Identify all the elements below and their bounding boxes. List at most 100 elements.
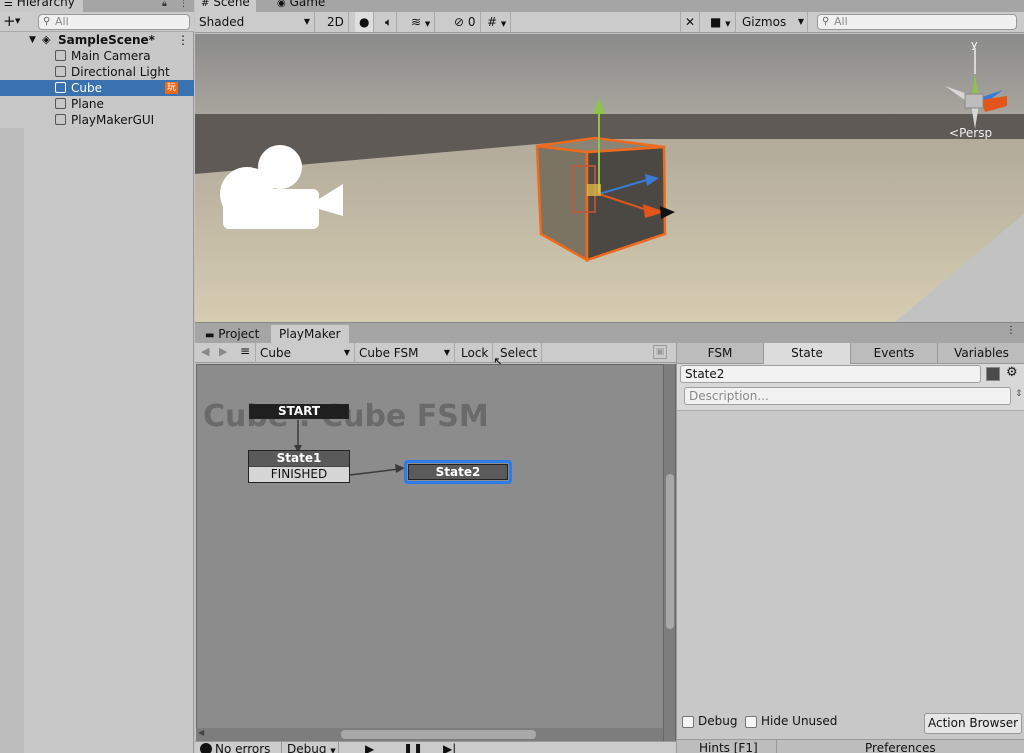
hierarchy-item-playmakergui[interactable]: PlayMakerGUI	[0, 112, 194, 128]
scene-viewport[interactable]: y <Persp	[195, 34, 1024, 322]
chevron-down-icon: ▼	[330, 747, 336, 753]
scene-search-input[interactable]: ⚲ All	[817, 14, 1017, 30]
scene-toolbar: Shaded ▼ 2D ● 🔈︎ ≋ ▼ ⊘ 0 # ▼ ✕ ■ ▼ Gizmo…	[195, 12, 1024, 33]
pause-icon[interactable]: ❚❚	[403, 742, 423, 753]
divider	[776, 740, 777, 753]
playmaker-debug-bar: No errors Debug ▼ ▶ ❚❚ ▶|	[195, 741, 676, 753]
hierarchy-item-main-camera[interactable]: Main Camera	[0, 48, 194, 64]
hierarchy-item-label: Main Camera	[71, 49, 151, 63]
hierarchy-tab[interactable]: ☰ Hierarchy	[0, 0, 83, 12]
tab-scene[interactable]: # Scene	[195, 0, 256, 12]
hierarchy-item-cube[interactable]: Cube 玩	[0, 80, 194, 96]
add-dropdown-icon[interactable]: ▼	[15, 17, 20, 25]
menu-icon[interactable]: ≡	[240, 344, 250, 358]
hidden-count: 0	[467, 15, 476, 29]
draw-mode-dropdown[interactable]: Shaded ▼	[199, 12, 315, 32]
graph-horizontal-scrollbar[interactable]: ◀	[196, 728, 663, 741]
tab-game[interactable]: ◉ Game	[271, 0, 331, 12]
preferences-button[interactable]: Preferences	[865, 741, 936, 753]
audio-toggle[interactable]: 🔈︎	[381, 12, 398, 32]
hierarchy-item-label: PlayMakerGUI	[71, 113, 155, 127]
hierarchy-toolbar: + ▼ ⚲ All	[0, 12, 194, 32]
gizmos-dropdown[interactable]: Gizmos ▼	[742, 12, 808, 32]
state-node-state1[interactable]: State1 FINISHED	[248, 450, 350, 483]
playmaker-badge-icon[interactable]: 玩	[165, 82, 178, 94]
grid-toggle[interactable]: # ▼	[483, 12, 512, 32]
hierarchy-scene-row[interactable]: ▼ ◈ SampleScene* ⋮	[0, 32, 194, 48]
toggle-2d-button[interactable]: 2D	[323, 12, 349, 32]
action-browser-button[interactable]: Action Browser	[924, 713, 1022, 734]
debug-checkbox-label: Debug	[698, 714, 738, 728]
tab-fsm[interactable]: FSM	[677, 343, 764, 364]
camera-settings-dropdown[interactable]: ■ ▼	[706, 12, 736, 32]
tab-events[interactable]: Events	[851, 343, 938, 364]
play-icon[interactable]: ▶	[365, 742, 374, 753]
search-icon: ⚲	[822, 16, 830, 27]
start-node[interactable]: START	[249, 404, 349, 419]
hierarchy-item-label: Cube	[71, 81, 102, 95]
debug-checkbox[interactable]	[682, 716, 694, 728]
lighting-toggle[interactable]: ●	[355, 12, 375, 32]
hide-unused-checkbox[interactable]	[745, 716, 757, 728]
expand-arrow-icon[interactable]: ▼	[29, 32, 36, 48]
back-arrow-icon[interactable]: ◀	[201, 345, 209, 358]
chevron-down-icon: ▼	[303, 17, 310, 26]
scroll-left-icon[interactable]: ◀	[198, 728, 204, 737]
panel-menu-icon[interactable]: ⋮	[179, 0, 188, 10]
state-name-input[interactable]: State2	[680, 365, 981, 383]
gear-icon[interactable]: ⚙	[1006, 365, 1018, 380]
lightbulb-icon: ●	[359, 15, 370, 29]
forward-arrow-icon[interactable]: ▶	[219, 345, 227, 358]
lock-button[interactable]: Lock	[457, 343, 494, 363]
tab-state[interactable]: State	[764, 343, 851, 364]
gameobject-icon	[55, 114, 66, 125]
tab-playmaker[interactable]: PlayMaker	[271, 325, 349, 344]
tab-variables[interactable]: Variables	[938, 343, 1024, 364]
scene-menu-icon[interactable]: ⋮	[177, 32, 189, 48]
gameobject-select-dropdown[interactable]: Cube ▼	[255, 343, 355, 363]
start-label: START	[277, 404, 321, 418]
draw-mode-value: Shaded	[199, 15, 245, 29]
minimap-toggle-icon[interactable]: ▣	[653, 345, 667, 359]
eye-slash-icon: ⊘	[454, 15, 465, 29]
scrollbar-thumb[interactable]	[666, 474, 674, 629]
state-node-state2[interactable]: State2	[404, 460, 512, 484]
scene-name: SampleScene*	[58, 33, 155, 47]
description-field[interactable]: Description...	[684, 387, 1011, 405]
lock-icon[interactable]: 🔒︎	[162, 0, 167, 10]
state1-name: State1	[249, 451, 349, 466]
gameobject-value: Cube	[260, 346, 291, 360]
fsm-value: Cube FSM	[359, 346, 419, 360]
fsm-select-dropdown[interactable]: Cube FSM ▼	[355, 343, 455, 363]
cube-object[interactable]	[535, 136, 667, 263]
add-button[interactable]: +	[3, 12, 16, 31]
scene-tabbar: # Scene ◉ Game	[195, 0, 1024, 12]
hints-button[interactable]: Hints [F1]	[699, 741, 758, 753]
tools-toggle[interactable]: ✕	[680, 12, 701, 32]
projection-label[interactable]: <Persp	[949, 126, 992, 140]
scrollbar-thumb[interactable]	[341, 730, 536, 739]
sky	[195, 34, 1024, 114]
panel-menu-icon[interactable]: ⋮	[1006, 325, 1016, 336]
fsm-graph-canvas[interactable]: Cube : Cube FSM START State1 FINISHED St…	[196, 364, 676, 742]
gameobject-icon	[55, 82, 66, 93]
effects-dropdown[interactable]: ≋ ▼	[407, 12, 436, 32]
error-count[interactable]: No errors	[215, 742, 270, 753]
state1-event-finished[interactable]: FINISHED	[249, 466, 349, 482]
hierarchy-search-input[interactable]: ⚲ All	[38, 14, 190, 30]
debug-dropdown[interactable]: Debug ▼	[281, 742, 339, 753]
hierarchy-item-directional-light[interactable]: Directional Light	[0, 64, 194, 80]
state-color-swatch[interactable]	[986, 367, 1000, 381]
hierarchy-title: Hierarchy	[16, 0, 75, 9]
hierarchy-item-plane[interactable]: Plane	[0, 96, 194, 112]
transition-lines	[294, 420, 405, 476]
inspector-footer: Hints [F1] Preferences	[677, 739, 1024, 753]
hierarchy-gutter	[0, 128, 24, 753]
hidden-objects-toggle[interactable]: ⊘ 0	[450, 12, 481, 32]
tab-project[interactable]: ▬ Project	[197, 325, 267, 344]
graph-vertical-scrollbar[interactable]	[663, 364, 675, 742]
step-icon[interactable]: ▶|	[443, 742, 456, 753]
resize-icon[interactable]: ⇕	[1015, 389, 1023, 399]
chevron-down-icon: ▼	[797, 17, 804, 26]
grid-icon: #	[201, 0, 210, 9]
